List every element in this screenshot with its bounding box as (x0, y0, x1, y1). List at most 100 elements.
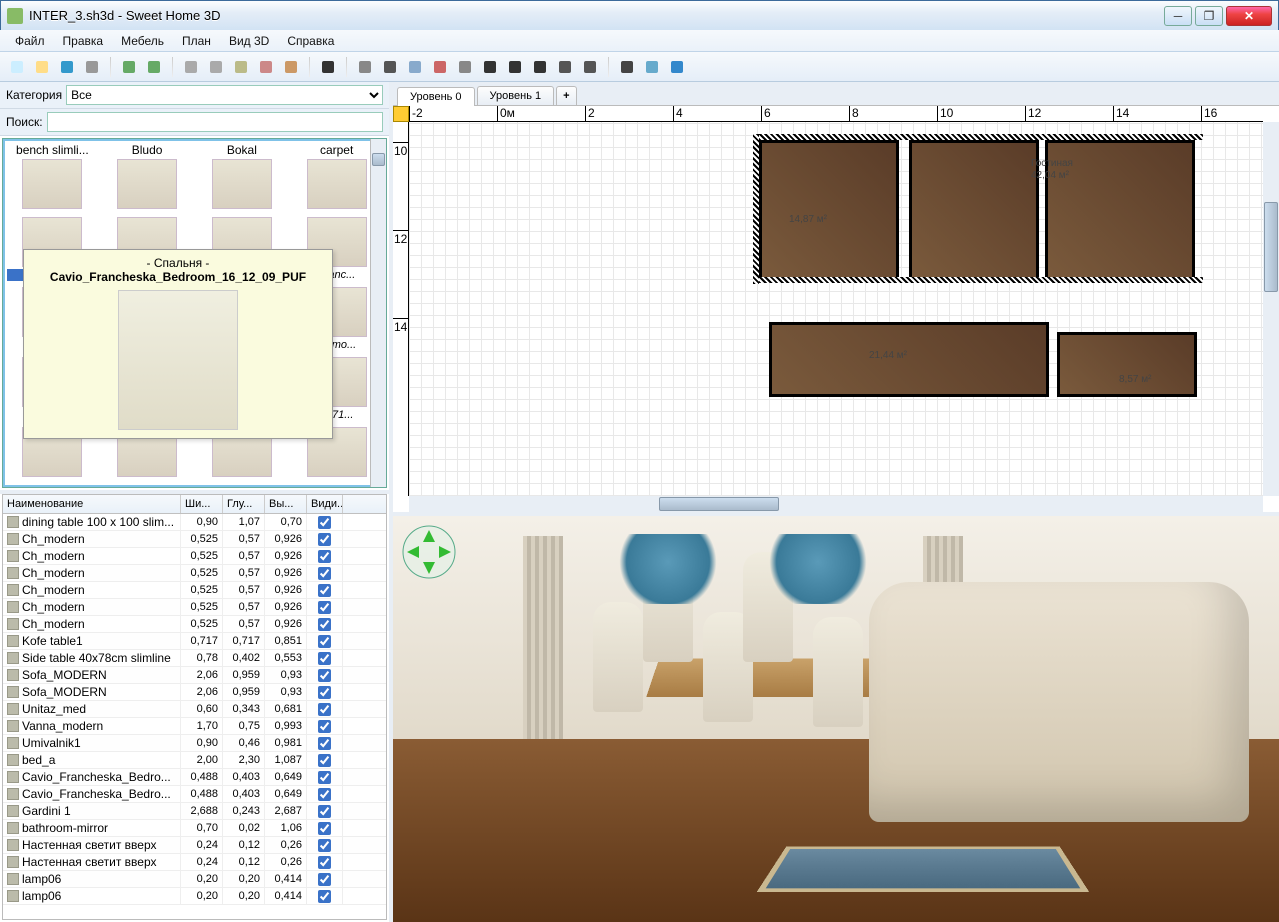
furniture-visible-checkbox[interactable] (318, 516, 331, 529)
minimize-button[interactable]: ─ (1164, 6, 1192, 26)
furniture-row[interactable]: Ch_modern0,5250,570,926 (3, 599, 386, 616)
furniture-row[interactable]: Vanna_modern1,700,750,993 (3, 718, 386, 735)
col-depth[interactable]: Глу... (223, 495, 265, 513)
menu-Мебель[interactable]: Мебель (112, 32, 173, 50)
text-big-icon[interactable] (504, 56, 526, 78)
room-icon[interactable] (404, 56, 426, 78)
close-button[interactable]: ✕ (1226, 6, 1272, 26)
pan-icon[interactable] (354, 56, 376, 78)
polyline-icon[interactable] (429, 56, 451, 78)
menu-План[interactable]: План (173, 32, 220, 50)
furniture-row[interactable]: Cavio_Francheska_Bedro...0,4880,4030,649 (3, 769, 386, 786)
catalog-item[interactable]: carpet (291, 143, 382, 211)
col-width[interactable]: Ши... (181, 495, 223, 513)
furniture-visible-checkbox[interactable] (318, 618, 331, 631)
furniture-row[interactable]: bed_a2,002,301,087 (3, 752, 386, 769)
furniture-visible-checkbox[interactable] (318, 533, 331, 546)
furniture-visible-checkbox[interactable] (318, 822, 331, 835)
furniture-visible-checkbox[interactable] (318, 669, 331, 682)
copy-icon[interactable] (205, 56, 227, 78)
col-visible[interactable]: Види... (307, 495, 343, 513)
furniture-visible-checkbox[interactable] (318, 720, 331, 733)
dimension-icon[interactable] (454, 56, 476, 78)
furniture-row[interactable]: Gardini 12,6880,2432,687 (3, 803, 386, 820)
furniture-row[interactable]: Ch_modern0,5250,570,926 (3, 616, 386, 633)
furniture-row[interactable]: Ch_modern0,5250,570,926 (3, 548, 386, 565)
furniture-visible-checkbox[interactable] (318, 550, 331, 563)
zoom-out-icon[interactable] (579, 56, 601, 78)
furniture-visible-checkbox[interactable] (318, 890, 331, 903)
furniture-visible-checkbox[interactable] (318, 584, 331, 597)
maximize-button[interactable]: ❐ (1195, 6, 1223, 26)
furniture-visible-checkbox[interactable] (318, 601, 331, 614)
furniture-row[interactable]: lamp060,200,200,414 (3, 871, 386, 888)
furniture-row[interactable]: lamp060,200,200,414 (3, 888, 386, 905)
furniture-visible-checkbox[interactable] (318, 652, 331, 665)
level-tab[interactable]: Уровень 1 (477, 86, 555, 105)
furniture-row[interactable]: bathroom-mirror0,700,021,06 (3, 820, 386, 837)
catalog-scrollbar[interactable] (370, 139, 386, 487)
open-file-icon[interactable] (31, 56, 53, 78)
catalog-item[interactable]: bench slimli... (7, 143, 98, 211)
text-italic-icon[interactable] (529, 56, 551, 78)
add-furniture-icon[interactable] (280, 56, 302, 78)
preferences-icon[interactable] (81, 56, 103, 78)
category-select[interactable]: Все (66, 85, 383, 105)
furniture-row[interactable]: Sofa_MODERN2,060,9590,93 (3, 684, 386, 701)
furniture-visible-checkbox[interactable] (318, 703, 331, 716)
camera-icon[interactable] (616, 56, 638, 78)
furniture-visible-checkbox[interactable] (318, 771, 331, 784)
help-icon[interactable] (666, 56, 688, 78)
furniture-visible-checkbox[interactable] (318, 873, 331, 886)
new-file-icon[interactable] (6, 56, 28, 78)
view-3d[interactable] (393, 516, 1279, 922)
zoom-in-icon[interactable] (554, 56, 576, 78)
select-icon[interactable] (317, 56, 339, 78)
cut-icon[interactable] (180, 56, 202, 78)
plan-scrollbar-v[interactable] (1263, 122, 1279, 496)
furniture-row[interactable]: Cavio_Francheska_Bedro...0,4880,4030,649 (3, 786, 386, 803)
search-input[interactable] (47, 112, 383, 132)
redo-icon[interactable] (143, 56, 165, 78)
plan-scrollbar-h[interactable] (409, 496, 1263, 512)
col-height[interactable]: Вы... (265, 495, 307, 513)
plan-view[interactable]: -20м246810121416 101214 14,87 м²Гостиная… (393, 106, 1279, 516)
furniture-visible-checkbox[interactable] (318, 856, 331, 869)
paste-icon[interactable] (230, 56, 252, 78)
col-name[interactable]: Наименование (3, 495, 181, 513)
menu-Справка[interactable]: Справка (278, 32, 343, 50)
furniture-visible-checkbox[interactable] (318, 754, 331, 767)
furniture-visible-checkbox[interactable] (318, 805, 331, 818)
furniture-visible-checkbox[interactable] (318, 737, 331, 750)
menu-Правка[interactable]: Правка (54, 32, 113, 50)
furniture-row[interactable]: Side table 40x78cm slimline0,780,4020,55… (3, 650, 386, 667)
text-small-icon[interactable] (479, 56, 501, 78)
furniture-catalog[interactable]: bench slimli...BludoBokalcarpetCa...Fran… (2, 138, 387, 488)
navigation-compass[interactable] (401, 524, 457, 580)
furniture-row[interactable]: Ch_modern0,5250,570,926 (3, 531, 386, 548)
furniture-list-header[interactable]: Наименование Ши... Глу... Вы... Види... (3, 495, 386, 514)
furniture-row[interactable]: Unitaz_med0,600,3430,681 (3, 701, 386, 718)
furniture-row[interactable]: Настенная светит вверх0,240,120,26 (3, 837, 386, 854)
furniture-row[interactable]: Sofa_MODERN2,060,9590,93 (3, 667, 386, 684)
furniture-row[interactable]: Настенная светит вверх0,240,120,26 (3, 854, 386, 871)
menu-Файл[interactable]: Файл (6, 32, 54, 50)
furniture-visible-checkbox[interactable] (318, 788, 331, 801)
furniture-row[interactable]: Ch_modern0,5250,570,926 (3, 582, 386, 599)
furniture-visible-checkbox[interactable] (318, 567, 331, 580)
save-file-icon[interactable] (56, 56, 78, 78)
furniture-visible-checkbox[interactable] (318, 635, 331, 648)
catalog-item[interactable]: Bokal (197, 143, 288, 211)
wall-icon[interactable] (379, 56, 401, 78)
furniture-row[interactable]: Umivalnik10,900,460,981 (3, 735, 386, 752)
furniture-visible-checkbox[interactable] (318, 686, 331, 699)
furniture-visible-checkbox[interactable] (318, 839, 331, 852)
furniture-row[interactable]: dining table 100 x 100 slim...0,901,070,… (3, 514, 386, 531)
undo-icon[interactable] (118, 56, 140, 78)
furniture-row[interactable]: Ch_modern0,5250,570,926 (3, 565, 386, 582)
ruler-origin[interactable] (393, 106, 409, 122)
menu-Вид 3D[interactable]: Вид 3D (220, 32, 278, 50)
furniture-row[interactable]: Kofe table10,7170,7170,851 (3, 633, 386, 650)
plan-canvas[interactable]: 14,87 м²Гостиная42,04 м²21,44 м²8,57 м² (409, 122, 1263, 496)
delete-icon[interactable] (255, 56, 277, 78)
